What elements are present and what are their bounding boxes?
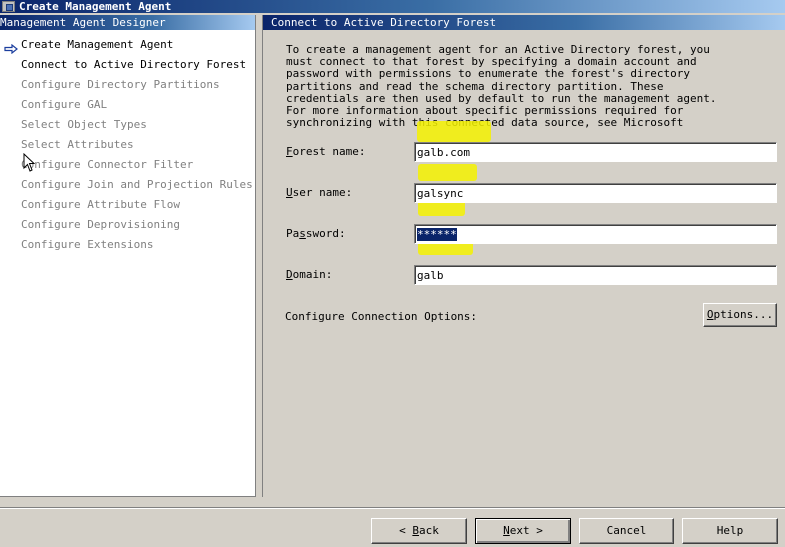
step-configure-deprovisioning[interactable]: Configure Deprovisioning	[21, 218, 180, 232]
domain-input[interactable]: galb	[414, 265, 777, 285]
domain-label: Domain:	[286, 268, 333, 281]
help-button[interactable]: Help	[682, 518, 778, 544]
step-select-attributes[interactable]: Select Attributes	[21, 138, 134, 152]
step-configure-gal[interactable]: Configure GAL	[21, 98, 107, 112]
step-configure-directory-partitions[interactable]: Configure Directory Partitions	[21, 78, 220, 92]
step-configure-attribute-flow[interactable]: Configure Attribute Flow	[21, 198, 180, 212]
connection-options-label: Configure Connection Options:	[285, 310, 478, 323]
next-button[interactable]: Next >	[475, 518, 571, 544]
password-label: Password:	[286, 227, 346, 240]
window-title: Create Management Agent	[19, 0, 172, 13]
back-button[interactable]: < Back	[371, 518, 467, 544]
step-configure-join-projection[interactable]: Configure Join and Projection Rules	[21, 178, 253, 192]
step-connect-to-forest[interactable]: Connect to Active Directory Forest	[21, 58, 246, 72]
app-icon	[2, 1, 15, 12]
forest-name-input[interactable]: galb.com	[414, 142, 777, 162]
window-title-bar[interactable]: Create Management Agent	[0, 0, 785, 13]
highlight-mark	[417, 121, 491, 142]
step-create-management-agent[interactable]: Create Management Agent	[21, 38, 173, 52]
page-description: To create a management agent for an Acti…	[286, 43, 717, 130]
designer-header: Management Agent Designer	[0, 15, 255, 30]
current-step-arrow-icon	[4, 44, 18, 54]
user-name-input[interactable]: galsync	[414, 183, 777, 203]
step-configure-connector-filter[interactable]: Configure Connector Filter	[21, 158, 193, 172]
page-title: Connect to Active Directory Forest	[263, 15, 785, 30]
step-configure-extensions[interactable]: Configure Extensions	[21, 238, 153, 252]
cancel-button[interactable]: Cancel	[579, 518, 674, 544]
mouse-cursor-icon	[23, 153, 35, 172]
step-select-object-types[interactable]: Select Object Types	[21, 118, 147, 132]
footer-divider	[0, 507, 785, 509]
options-button[interactable]: Options...	[703, 303, 777, 327]
forest-name-label: Forest name:	[286, 145, 366, 158]
user-name-label: User name:	[286, 186, 353, 199]
highlight-mark	[418, 164, 477, 181]
password-input[interactable]: ******	[414, 224, 777, 244]
